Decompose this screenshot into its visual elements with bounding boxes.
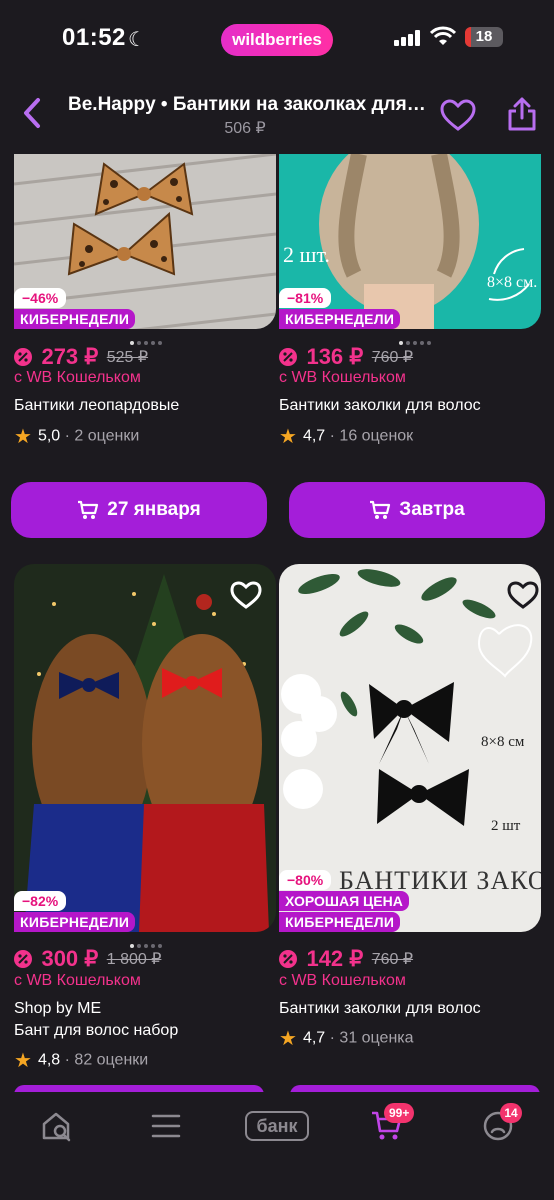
wifi-icon [430, 26, 456, 45]
image-pager [130, 935, 170, 948]
promo-badge: КИБЕРНЕДЕЛИ [279, 309, 401, 329]
star-icon: ★ [279, 426, 297, 448]
old-price: 760 ₽ [371, 951, 414, 968]
product-name: Бантики заколки для волос [279, 397, 481, 414]
page-subtitle: 506 ₽ [224, 120, 266, 137]
discount-icon [14, 348, 32, 366]
favorite-heart-icon[interactable] [230, 580, 262, 610]
image-pager [399, 332, 439, 345]
product-name: Бантики леопардовые [14, 397, 180, 414]
image-caption: 8×8 см. [487, 274, 538, 291]
discount-icon [279, 348, 297, 366]
image-pager [130, 332, 170, 345]
price: 142 ₽ [306, 946, 364, 971]
rating: ★ 4,7 · 31 оценка [279, 1028, 414, 1050]
product-card[interactable]: −82% КИБЕРНЕДЕЛИ 300 ₽ 1 800 ₽ с WB Коше… [14, 564, 276, 1084]
profile-badge: 14 [500, 1103, 522, 1123]
image-caption: 8×8 см [481, 734, 525, 750]
old-price: 760 ₽ [371, 349, 414, 366]
product-card[interactable]: 8×8 см 2 шт БАНТИКИ ЗАКОЛКИ −80% ХОРОШАЯ… [279, 564, 541, 1084]
bottom-nav: банк 99+ 14 [0, 1092, 554, 1200]
rating: ★ 4,8 · 82 оценки [14, 1050, 149, 1072]
star-icon: ★ [14, 1050, 32, 1072]
star-icon: ★ [279, 1028, 297, 1050]
cart-icon [370, 500, 391, 519]
product-card[interactable]: −46% КИБЕРНЕДЕЛИ 273 ₽ 525 ₽ с WB Кошель… [11, 154, 276, 544]
product-image[interactable] [14, 564, 276, 932]
menu-icon[interactable] [150, 1112, 182, 1140]
add-to-cart-button[interactable]: 27 января [11, 482, 267, 538]
home-search-icon[interactable] [40, 1110, 74, 1144]
share-icon[interactable] [506, 96, 538, 132]
price: 136 ₽ [306, 344, 364, 369]
moon-icon: ☾ [128, 29, 146, 51]
product-name: Бантики заколки для волос [279, 1000, 481, 1017]
signal-icon [394, 30, 420, 46]
back-button[interactable] [16, 96, 50, 130]
promo-badge: КИБЕРНЕДЕЛИ [14, 309, 136, 329]
battery-icon: 18 [465, 27, 503, 47]
wallet-note: с WB Кошельком [14, 369, 141, 386]
star-icon: ★ [14, 426, 32, 448]
wallet-note: с WB Кошельком [14, 972, 141, 989]
page-title: Be.Happy • Бантики на заколках для волос [68, 94, 428, 115]
bank-button[interactable]: банк [245, 1111, 309, 1141]
image-caption: 2 шт. [283, 242, 330, 267]
promo-badge: КИБЕРНЕДЕЛИ [14, 912, 136, 932]
old-price: 525 ₽ [106, 349, 149, 366]
rating: ★ 4,7 · 16 оценок [279, 426, 414, 448]
header: Be.Happy • Бантики на заколках для волос… [0, 80, 554, 154]
old-price: 1 800 ₽ [106, 951, 162, 968]
add-to-cart-button[interactable]: Завтра [289, 482, 545, 538]
good-price-badge: ХОРОШАЯ ЦЕНА [279, 891, 409, 911]
product-card[interactable]: 2 шт. 8×8 см. −81% КИБЕРНЕДЕЛИ 136 ₽ 760… [279, 154, 545, 544]
discount-badge: −82% [14, 891, 67, 911]
promo-badge: КИБЕРНЕДЕЛИ [279, 912, 401, 932]
rating: ★ 5,0 · 2 оценки [14, 426, 140, 448]
discount-badge: −80% [279, 870, 332, 890]
status-bar: 01:52 ☾ wildberries 18 [0, 0, 554, 80]
cart-icon [78, 500, 99, 519]
favorite-heart-icon[interactable] [507, 580, 539, 610]
product-name: Бант для волос набор [14, 1022, 179, 1039]
heart-icon[interactable] [440, 98, 476, 132]
price: 300 ₽ [41, 946, 99, 971]
product-brand: Shop by ME [14, 1000, 102, 1017]
wildberries-pill[interactable]: wildberries [221, 24, 333, 56]
discount-badge: −81% [279, 288, 332, 308]
image-caption: 2 шт [491, 818, 521, 834]
cart-count-badge: 99+ [384, 1103, 415, 1123]
wallet-note: с WB Кошельком [279, 369, 406, 386]
discount-icon [14, 950, 32, 968]
discount-icon [279, 950, 297, 968]
discount-badge: −46% [14, 288, 67, 308]
wallet-note: с WB Кошельком [279, 972, 406, 989]
price: 273 ₽ [41, 344, 99, 369]
clock: 01:52 [62, 24, 126, 51]
